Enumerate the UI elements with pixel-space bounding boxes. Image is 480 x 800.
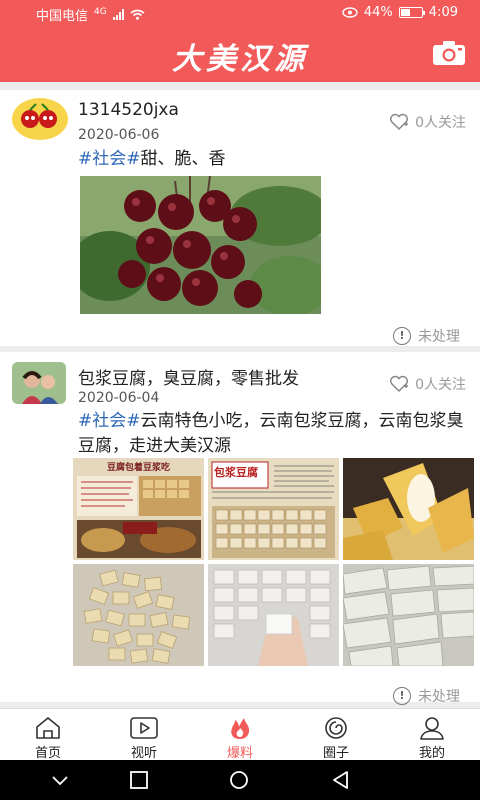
clock: 4:09 bbox=[428, 5, 458, 20]
topic-tag[interactable]: #社会# bbox=[78, 411, 141, 431]
bottom-tabbar: 首页 视听 爆料 圈子 我的 bbox=[0, 708, 480, 761]
tab-circle[interactable]: 圈子 bbox=[296, 709, 376, 761]
post-username[interactable]: 包浆豆腐，臭豆腐，零售批发 bbox=[78, 364, 299, 389]
post-image-tofu-pile[interactable] bbox=[73, 564, 204, 666]
post-status: ! 未处理 bbox=[393, 686, 460, 706]
alert-icon: ! bbox=[393, 687, 411, 705]
tab-label: 我的 bbox=[418, 746, 445, 761]
post-image-tofu-tray[interactable]: 包浆豆腐 bbox=[208, 458, 339, 560]
post-text: 甜、脆、香 bbox=[140, 149, 226, 169]
tab-video[interactable]: 视听 bbox=[104, 709, 184, 761]
follow-count: 0人关注 bbox=[415, 377, 466, 393]
post-image-fried-tofu[interactable] bbox=[343, 458, 474, 560]
tab-home[interactable]: 首页 bbox=[8, 709, 88, 761]
chevron-down-icon[interactable] bbox=[50, 770, 70, 790]
status-bar: 中国电信 4G 44% 4:09 bbox=[0, 0, 480, 26]
camera-icon[interactable] bbox=[432, 40, 466, 66]
user-icon bbox=[420, 717, 444, 740]
back-icon[interactable] bbox=[331, 770, 351, 790]
home-icon bbox=[36, 717, 60, 739]
post-content: #社会#甜、脆、香 bbox=[78, 147, 466, 172]
post-username[interactable]: 1314520jxa bbox=[78, 100, 179, 120]
eye-icon bbox=[342, 7, 358, 18]
battery-percent: 44% bbox=[363, 5, 393, 20]
network-label: 4G bbox=[94, 6, 107, 17]
tab-label: 视听 bbox=[130, 746, 157, 761]
heart-plus-icon bbox=[390, 375, 409, 393]
flame-icon bbox=[231, 718, 250, 739]
post-image-tofu-hand[interactable] bbox=[208, 564, 339, 666]
post-card[interactable]: 包浆豆腐，臭豆腐，零售批发 2020-06-04 0人关注 #社会#云南特色小吃… bbox=[0, 352, 480, 705]
post-date: 2020-06-06 bbox=[78, 127, 160, 143]
alert-icon: ! bbox=[393, 327, 411, 345]
tab-label: 首页 bbox=[34, 746, 61, 761]
home-button-icon[interactable] bbox=[229, 770, 249, 790]
post-status-label: 未处理 bbox=[418, 689, 460, 705]
tab-label: 圈子 bbox=[322, 746, 349, 761]
post-status-label: 未处理 bbox=[418, 329, 460, 345]
post-date: 2020-06-04 bbox=[78, 390, 160, 406]
carrier-label: 中国电信 bbox=[36, 9, 89, 24]
battery-icon bbox=[398, 7, 425, 18]
post-image-tofu-rows[interactable] bbox=[343, 564, 474, 666]
signal-icon bbox=[112, 9, 124, 20]
circle-icon bbox=[325, 717, 347, 739]
recent-apps-icon[interactable] bbox=[129, 770, 149, 790]
app-title: 大美汉源 bbox=[172, 42, 308, 77]
post-card[interactable]: 1314520jxa 2020-06-06 0人关注 #社会#甜、脆、香 ! 未… bbox=[0, 90, 480, 346]
post-content: #社会#云南特色小吃，云南包浆豆腐，云南包浆臭豆腐，走进大美汉源 bbox=[78, 409, 466, 459]
wifi-icon bbox=[130, 9, 145, 20]
photo-caption: 豆腐包着豆浆吃 bbox=[106, 463, 170, 473]
play-icon bbox=[130, 717, 158, 739]
follow-count: 0人关注 bbox=[415, 115, 466, 131]
avatar[interactable] bbox=[12, 98, 68, 140]
topic-tag[interactable]: #社会# bbox=[78, 149, 141, 169]
post-image-cherries[interactable] bbox=[80, 176, 321, 314]
tab-report[interactable]: 爆料 bbox=[200, 709, 280, 761]
system-nav-bar bbox=[0, 760, 480, 800]
follow-button[interactable]: 0人关注 bbox=[389, 112, 466, 132]
app-header: 大美汉源 bbox=[0, 26, 480, 82]
post-status: ! 未处理 bbox=[393, 326, 460, 346]
tab-profile[interactable]: 我的 bbox=[392, 709, 472, 761]
post-image-tofu-poster[interactable]: 豆腐包着豆浆吃 bbox=[73, 458, 204, 560]
feed-list[interactable]: 1314520jxa 2020-06-06 0人关注 #社会#甜、脆、香 ! 未… bbox=[0, 82, 480, 708]
avatar[interactable] bbox=[12, 362, 66, 404]
heart-plus-icon bbox=[390, 113, 409, 131]
photo-caption: 包浆豆腐 bbox=[214, 466, 258, 479]
tab-label: 爆料 bbox=[226, 746, 253, 761]
follow-button[interactable]: 0人关注 bbox=[389, 374, 466, 394]
